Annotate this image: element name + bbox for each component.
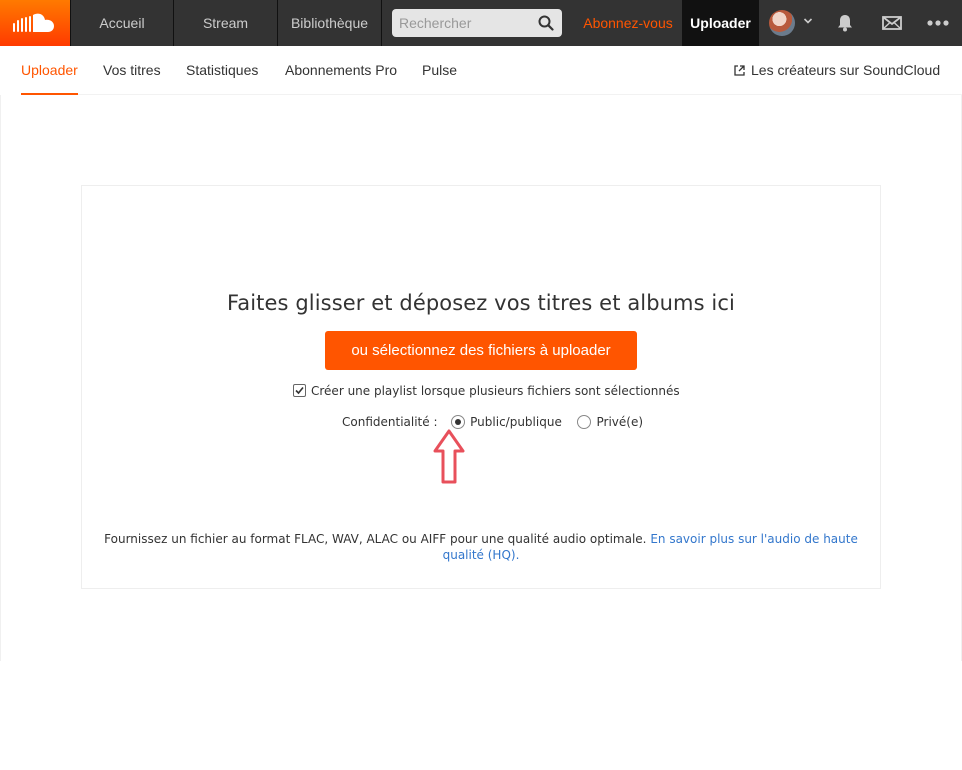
chevron-down-icon — [803, 18, 813, 24]
notifications-button[interactable] — [822, 0, 868, 46]
subnav-tab-pulse[interactable]: Pulse — [422, 62, 457, 78]
creators-link[interactable]: Les créateurs sur SoundCloud — [734, 62, 940, 78]
subnav-tab-stats[interactable]: Statistiques — [186, 62, 258, 78]
more-options-button[interactable] — [915, 0, 961, 46]
privacy-option: Confidentialité : Public/publique Privé(… — [342, 415, 643, 429]
playlist-checkbox[interactable] — [293, 384, 306, 397]
privacy-private-label: Privé(e) — [596, 415, 644, 429]
active-tab-indicator — [21, 93, 78, 95]
mail-icon — [882, 16, 902, 30]
avatar — [769, 10, 795, 36]
soundcloud-logo[interactable] — [0, 0, 70, 46]
choose-files-button[interactable]: ou sélectionnez des fichiers à uploader — [325, 331, 637, 370]
more-icon — [927, 20, 949, 26]
user-menu[interactable] — [760, 0, 822, 46]
playlist-option: Créer une playlist lorsque plusieurs fic… — [293, 384, 680, 398]
bell-icon — [838, 15, 852, 32]
subnav-tab-upload[interactable]: Uploader — [21, 62, 78, 78]
top-navigation-bar: Accueil Stream Bibliothèque Abonnez-vous… — [0, 0, 962, 46]
audio-quality-note: Fournissez un fichier au format FLAC, WA… — [102, 531, 860, 563]
nav-tab-stream[interactable]: Stream — [174, 0, 278, 46]
privacy-label: Confidentialité : — [342, 415, 438, 429]
subnav-tab-your-tracks[interactable]: Vos titres — [103, 62, 161, 78]
upload-nav-button[interactable]: Uploader — [682, 0, 759, 46]
creators-link-label: Les créateurs sur SoundCloud — [751, 62, 941, 78]
search-box — [392, 9, 562, 37]
external-link-icon — [734, 65, 745, 76]
privacy-public-label: Public/publique — [470, 415, 562, 429]
subnav-divider — [21, 94, 962, 95]
nav-tab-home[interactable]: Accueil — [70, 0, 174, 46]
subnav-tab-pro-plans[interactable]: Abonnements Pro — [285, 62, 397, 78]
privacy-public-radio[interactable] — [451, 415, 466, 429]
page-border-left — [0, 95, 1, 661]
search-input[interactable] — [392, 9, 532, 37]
nav-tab-library[interactable]: Bibliothèque — [278, 0, 382, 46]
upload-drop-zone[interactable]: Faites glisser et déposez vos titres et … — [81, 185, 881, 589]
quality-text: Fournissez un fichier au format FLAC, WA… — [104, 532, 647, 546]
playlist-checkbox-label: Créer une playlist lorsque plusieurs fic… — [311, 384, 680, 398]
annotation-up-arrow-icon — [433, 429, 465, 484]
privacy-private-radio[interactable] — [577, 415, 592, 429]
messages-button[interactable] — [869, 0, 915, 46]
search-icon[interactable] — [538, 15, 554, 31]
subscribe-link[interactable]: Abonnez-vous — [576, 0, 680, 46]
soundcloud-cloud-icon — [13, 13, 54, 32]
checkmark-icon — [295, 386, 304, 395]
drop-zone-title: Faites glisser et déposez vos titres et … — [227, 291, 735, 315]
